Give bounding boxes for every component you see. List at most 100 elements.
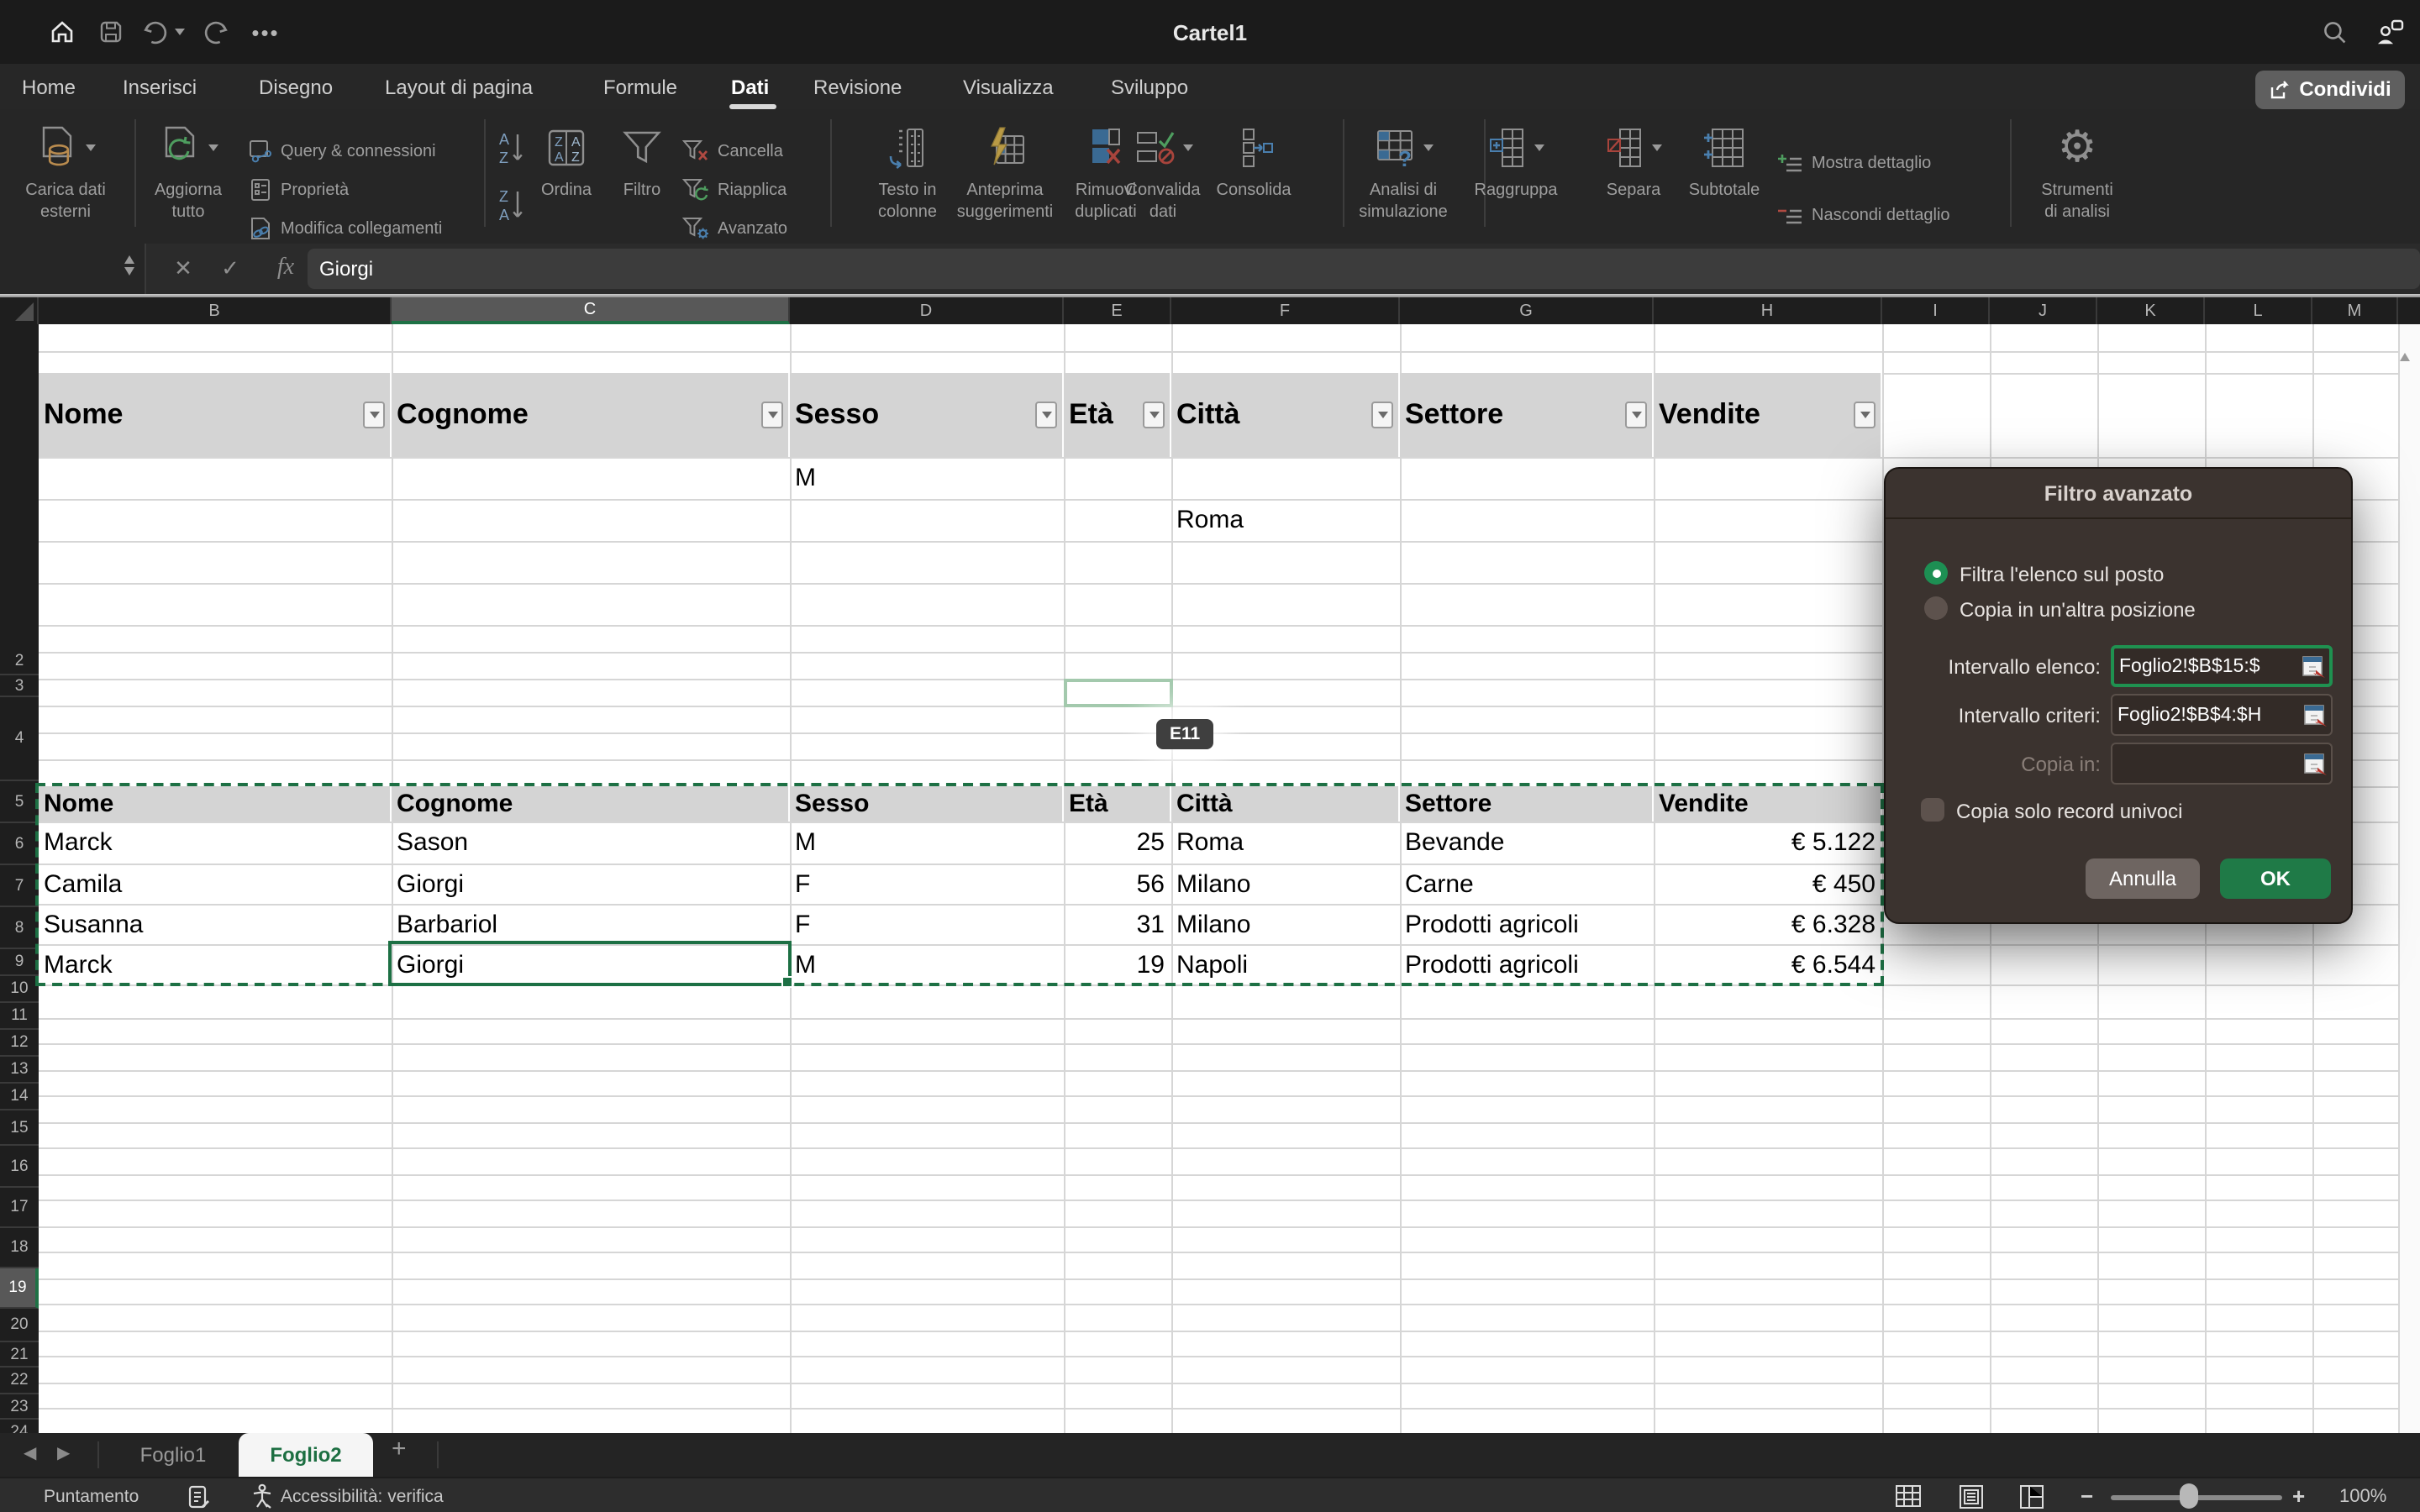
- copy-to-input[interactable]: [2111, 743, 2333, 785]
- column-header-E[interactable]: E: [1064, 297, 1171, 324]
- normal-view-icon[interactable]: [1896, 1478, 1921, 1512]
- filter-dropdown-icon[interactable]: [1625, 402, 1647, 428]
- filter-dropdown-icon[interactable]: [1035, 402, 1057, 428]
- zoom-level[interactable]: 100%: [2339, 1478, 2386, 1512]
- radio-filter-in-place[interactable]: [1924, 561, 1948, 585]
- tab-home[interactable]: Home: [22, 64, 76, 109]
- table-header[interactable]: Sesso: [790, 786, 1064, 822]
- row-header-17[interactable]: 17: [0, 1188, 39, 1228]
- tab-layout[interactable]: Layout di pagina: [385, 64, 533, 109]
- filter-dropdown-icon[interactable]: [1143, 402, 1165, 428]
- column-header-H[interactable]: H: [1654, 297, 1882, 324]
- what-if-analysis-button[interactable]: ? Analisi disimulazione: [1339, 114, 1467, 239]
- criteria-header-citta[interactable]: Città: [1171, 373, 1400, 457]
- share-button[interactable]: Condividi: [2255, 70, 2405, 108]
- clear-filter-button[interactable]: Cancella: [682, 139, 783, 163]
- macro-record-icon[interactable]: [188, 1478, 210, 1512]
- cell-E18[interactable]: 31: [1064, 904, 1171, 944]
- cell-G19[interactable]: Prodotti agricoli: [1400, 944, 1654, 984]
- row-header-6[interactable]: 6: [0, 823, 39, 865]
- cell-G17[interactable]: Carne: [1400, 864, 1654, 904]
- table-header[interactable]: Città: [1171, 786, 1400, 822]
- row-header-7[interactable]: 7: [0, 865, 39, 907]
- tab-disegno[interactable]: Disegno: [259, 64, 333, 109]
- row-header-14[interactable]: 14: [0, 1084, 39, 1110]
- advanced-filter-button[interactable]: Avanzato: [682, 217, 787, 240]
- column-header-C[interactable]: C: [392, 297, 790, 324]
- zoom-in-icon[interactable]: +: [2292, 1478, 2305, 1512]
- accessibility-icon[interactable]: [250, 1478, 274, 1512]
- refresh-all-button[interactable]: Aggiornatutto: [124, 114, 252, 239]
- cell-D16[interactable]: M: [790, 822, 1064, 864]
- sheet-tab-foglio1[interactable]: Foglio1: [108, 1433, 239, 1477]
- cancel-entry-icon[interactable]: ✕: [168, 244, 198, 294]
- tab-sviluppo[interactable]: Sviluppo: [1111, 64, 1188, 109]
- row-header-12[interactable]: 12: [0, 1030, 39, 1057]
- column-header-I[interactable]: I: [1882, 297, 1990, 324]
- cell-H16[interactable]: € 5.122: [1654, 822, 1882, 864]
- show-detail-button[interactable]: Mostra dettaglio: [1778, 153, 1931, 175]
- confirm-entry-icon[interactable]: ✓: [215, 244, 245, 294]
- row-header-13[interactable]: 13: [0, 1057, 39, 1084]
- unique-records-label[interactable]: Copia solo record univoci: [1956, 800, 2183, 823]
- name-box[interactable]: [0, 244, 146, 294]
- cell-F18[interactable]: Milano: [1171, 904, 1400, 944]
- row-header-23[interactable]: 23: [0, 1394, 39, 1420]
- criteria-header-eta[interactable]: Età: [1064, 373, 1171, 457]
- criteria-header-cognome[interactable]: Cognome: [392, 373, 790, 457]
- subtotal-button[interactable]: Subtotale: [1660, 114, 1788, 239]
- vertical-scrollbar[interactable]: [2398, 324, 2420, 1433]
- row-header-19[interactable]: 19: [0, 1268, 39, 1309]
- tab-visualizza[interactable]: Visualizza: [963, 64, 1054, 109]
- table-header[interactable]: Cognome: [392, 786, 790, 822]
- cell-E17[interactable]: 56: [1064, 864, 1171, 904]
- page-layout-view-icon[interactable]: [1960, 1478, 1983, 1512]
- cell-B19[interactable]: Marck: [39, 944, 392, 984]
- row-header-15[interactable]: 15: [0, 1110, 39, 1146]
- row-header-10[interactable]: 10: [0, 976, 39, 1003]
- tab-formule[interactable]: Formule: [603, 64, 677, 109]
- table-header[interactable]: Settore: [1400, 786, 1654, 822]
- cell-D17[interactable]: F: [790, 864, 1064, 904]
- radio-copy-elsewhere-label[interactable]: Copia in un'altra posizione: [1960, 598, 2196, 622]
- cancel-button[interactable]: Annulla: [2086, 858, 2200, 899]
- column-header-D[interactable]: D: [790, 297, 1064, 324]
- row-header-16[interactable]: 16: [0, 1146, 39, 1188]
- column-header-M[interactable]: M: [2312, 297, 2398, 324]
- cell-G16[interactable]: Bevande: [1400, 822, 1654, 864]
- range-picker-icon[interactable]: [2302, 654, 2326, 678]
- row-header-22[interactable]: 22: [0, 1368, 39, 1394]
- filter-dropdown-icon[interactable]: [1854, 402, 1876, 428]
- select-all-corner[interactable]: [0, 297, 39, 324]
- table-header[interactable]: Nome: [39, 786, 392, 822]
- list-range-input[interactable]: Foglio2!$B$15:$: [2111, 645, 2333, 687]
- ok-button[interactable]: OK: [2220, 858, 2331, 899]
- cell-D19[interactable]: M: [790, 944, 1064, 984]
- cell-F16[interactable]: Roma: [1171, 822, 1400, 864]
- contacts-icon[interactable]: [2373, 15, 2407, 49]
- sheet-tab-foglio2[interactable]: Foglio2: [239, 1433, 373, 1477]
- unique-records-checkbox[interactable]: [1921, 798, 1944, 822]
- row-header-3[interactable]: 3: [0, 675, 39, 697]
- insert-function-icon[interactable]: fx: [269, 244, 302, 294]
- queries-connections-button[interactable]: Query & connessioni: [249, 139, 436, 163]
- add-sheet-icon[interactable]: +: [392, 1435, 407, 1463]
- cell-C18[interactable]: Barbariol: [392, 904, 790, 944]
- load-external-data-button[interactable]: Carica datiesterni: [2, 114, 129, 239]
- zoom-out-icon[interactable]: −: [2081, 1478, 2093, 1512]
- radio-filter-in-place-label[interactable]: Filtra l'elenco sul posto: [1960, 563, 2164, 586]
- criteria-range-input[interactable]: Foglio2!$B$4:$H: [2111, 694, 2333, 736]
- name-box-stepper[interactable]: [124, 255, 134, 276]
- filter-dropdown-icon[interactable]: [363, 402, 385, 428]
- group-button[interactable]: Raggruppa: [1452, 114, 1580, 239]
- criteria-header-vendite[interactable]: Vendite: [1654, 373, 1882, 457]
- cell-E16[interactable]: 25: [1064, 822, 1171, 864]
- page-break-view-icon[interactable]: [2020, 1478, 2044, 1512]
- cell-F19[interactable]: Napoli: [1171, 944, 1400, 984]
- cell-D18[interactable]: F: [790, 904, 1064, 944]
- column-header-F[interactable]: F: [1171, 297, 1400, 324]
- row-header-21[interactable]: 21: [0, 1342, 39, 1368]
- prev-sheet-icon[interactable]: ◀: [24, 1445, 36, 1463]
- tab-dati[interactable]: Dati: [731, 64, 769, 109]
- analysis-tools-button[interactable]: ⚙ Strumentidi analisi: [2013, 114, 2141, 239]
